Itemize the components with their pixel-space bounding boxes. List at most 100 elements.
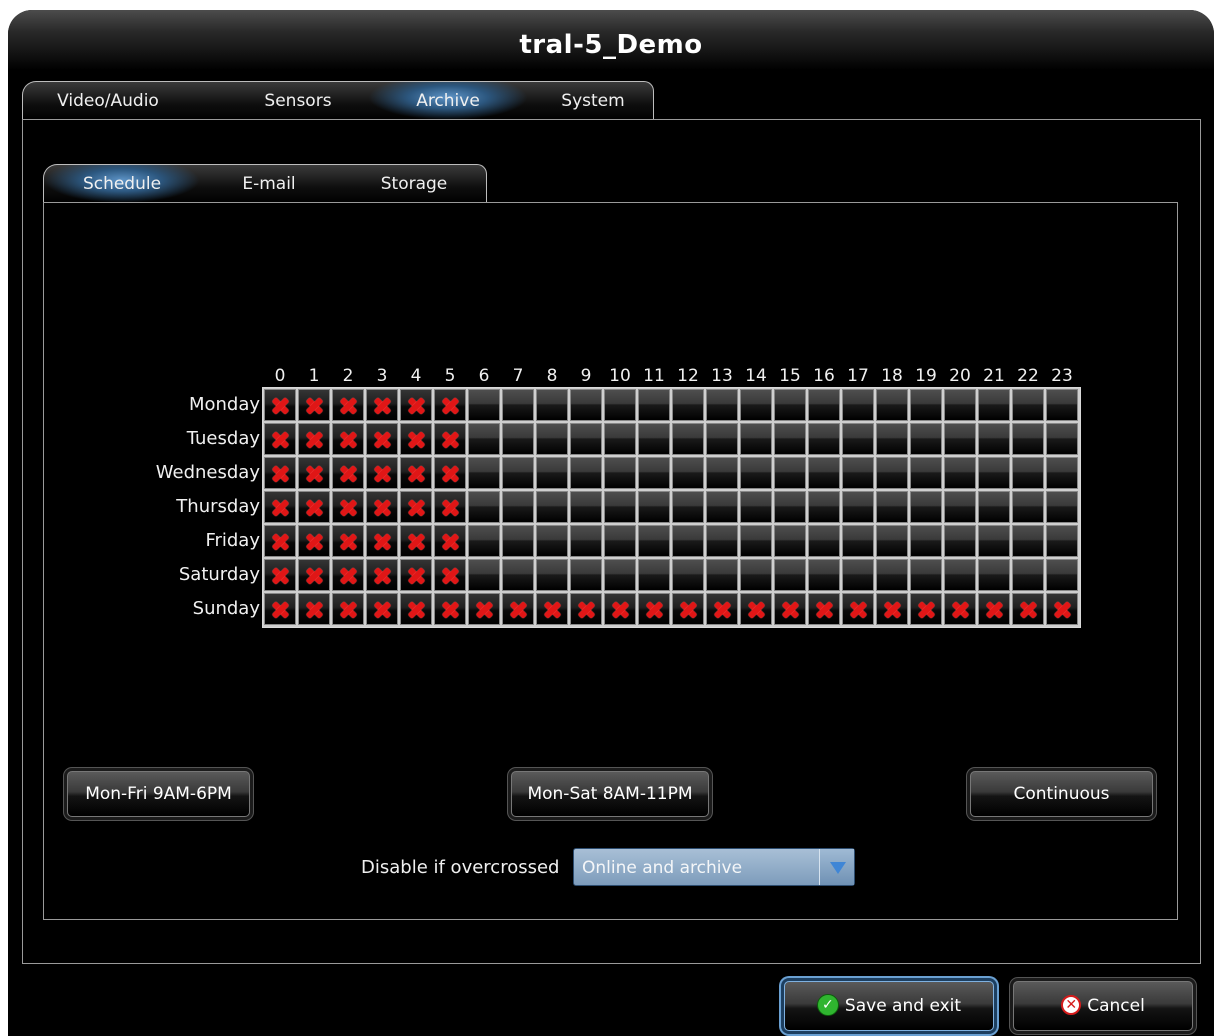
schedule-cell-disabled[interactable] bbox=[842, 593, 874, 625]
schedule-cell[interactable] bbox=[978, 457, 1010, 489]
schedule-cell-disabled[interactable] bbox=[434, 491, 466, 523]
schedule-cell[interactable] bbox=[706, 389, 738, 421]
schedule-cell[interactable] bbox=[944, 525, 976, 557]
schedule-cell[interactable] bbox=[876, 491, 908, 523]
schedule-cell-disabled[interactable] bbox=[366, 559, 398, 591]
schedule-cell-disabled[interactable] bbox=[332, 457, 364, 489]
schedule-cell-disabled[interactable] bbox=[298, 593, 330, 625]
schedule-cell[interactable] bbox=[876, 559, 908, 591]
tab-system[interactable]: System bbox=[528, 82, 658, 120]
schedule-cell-disabled[interactable] bbox=[808, 593, 840, 625]
schedule-cell[interactable] bbox=[808, 423, 840, 455]
schedule-cell[interactable] bbox=[944, 491, 976, 523]
schedule-cell[interactable] bbox=[978, 389, 1010, 421]
schedule-cell-disabled[interactable] bbox=[332, 423, 364, 455]
tab-video-audio[interactable]: Video/Audio bbox=[43, 82, 173, 120]
schedule-cell-disabled[interactable] bbox=[740, 593, 772, 625]
overcross-select[interactable]: Online and archive bbox=[573, 848, 855, 886]
schedule-cell[interactable] bbox=[638, 423, 670, 455]
schedule-cell-disabled[interactable] bbox=[332, 593, 364, 625]
schedule-cell[interactable] bbox=[910, 423, 942, 455]
schedule-cell[interactable] bbox=[740, 423, 772, 455]
schedule-cell[interactable] bbox=[502, 457, 534, 489]
schedule-cell[interactable] bbox=[468, 559, 500, 591]
schedule-cell[interactable] bbox=[468, 457, 500, 489]
schedule-cell[interactable] bbox=[1046, 389, 1078, 421]
schedule-cell[interactable] bbox=[774, 559, 806, 591]
schedule-cell-disabled[interactable] bbox=[366, 389, 398, 421]
schedule-cell[interactable] bbox=[774, 389, 806, 421]
schedule-cell-disabled[interactable] bbox=[264, 389, 296, 421]
schedule-cell-disabled[interactable] bbox=[434, 423, 466, 455]
schedule-cell-disabled[interactable] bbox=[434, 389, 466, 421]
schedule-cell[interactable] bbox=[978, 423, 1010, 455]
schedule-cell[interactable] bbox=[876, 525, 908, 557]
schedule-cell[interactable] bbox=[910, 389, 942, 421]
schedule-cell[interactable] bbox=[672, 491, 704, 523]
schedule-cell-disabled[interactable] bbox=[1012, 593, 1044, 625]
schedule-cell[interactable] bbox=[502, 389, 534, 421]
schedule-cell-disabled[interactable] bbox=[434, 525, 466, 557]
schedule-cell[interactable] bbox=[774, 525, 806, 557]
triangle-down-icon[interactable] bbox=[819, 849, 854, 885]
schedule-cell[interactable] bbox=[944, 559, 976, 591]
schedule-cell[interactable] bbox=[468, 389, 500, 421]
schedule-cell[interactable] bbox=[672, 525, 704, 557]
schedule-cell-disabled[interactable] bbox=[774, 593, 806, 625]
schedule-cell[interactable] bbox=[774, 457, 806, 489]
schedule-cell-disabled[interactable] bbox=[264, 491, 296, 523]
tab-email[interactable]: E-mail bbox=[209, 165, 329, 203]
schedule-cell-disabled[interactable] bbox=[434, 457, 466, 489]
schedule-cell[interactable] bbox=[876, 457, 908, 489]
schedule-cell[interactable] bbox=[570, 525, 602, 557]
schedule-cell[interactable] bbox=[536, 457, 568, 489]
schedule-cell[interactable] bbox=[1046, 491, 1078, 523]
schedule-cell[interactable] bbox=[944, 389, 976, 421]
schedule-cell[interactable] bbox=[774, 491, 806, 523]
schedule-cell[interactable] bbox=[706, 457, 738, 489]
schedule-cell-disabled[interactable] bbox=[264, 457, 296, 489]
schedule-cell-disabled[interactable] bbox=[332, 491, 364, 523]
schedule-cell[interactable] bbox=[774, 423, 806, 455]
schedule-cell-disabled[interactable] bbox=[944, 593, 976, 625]
schedule-cell-disabled[interactable] bbox=[298, 389, 330, 421]
schedule-cell-disabled[interactable] bbox=[332, 389, 364, 421]
schedule-cell[interactable] bbox=[604, 525, 636, 557]
schedule-cell[interactable] bbox=[570, 423, 602, 455]
schedule-cell[interactable] bbox=[842, 525, 874, 557]
schedule-cell[interactable] bbox=[1046, 457, 1078, 489]
schedule-cell[interactable] bbox=[1012, 457, 1044, 489]
schedule-cell-disabled[interactable] bbox=[400, 389, 432, 421]
schedule-cell[interactable] bbox=[740, 525, 772, 557]
schedule-cell-disabled[interactable] bbox=[366, 593, 398, 625]
schedule-cell[interactable] bbox=[638, 559, 670, 591]
schedule-cell[interactable] bbox=[944, 457, 976, 489]
schedule-cell-disabled[interactable] bbox=[604, 593, 636, 625]
schedule-cell-disabled[interactable] bbox=[706, 593, 738, 625]
tab-archive[interactable]: Archive bbox=[368, 82, 528, 120]
schedule-cell-disabled[interactable] bbox=[910, 593, 942, 625]
schedule-cell-disabled[interactable] bbox=[978, 593, 1010, 625]
schedule-cell[interactable] bbox=[1046, 525, 1078, 557]
schedule-cell[interactable] bbox=[740, 559, 772, 591]
schedule-cell-disabled[interactable] bbox=[400, 525, 432, 557]
schedule-cell-disabled[interactable] bbox=[366, 457, 398, 489]
schedule-cell[interactable] bbox=[978, 491, 1010, 523]
schedule-cell[interactable] bbox=[604, 457, 636, 489]
schedule-cell[interactable] bbox=[502, 559, 534, 591]
schedule-cell-disabled[interactable] bbox=[468, 593, 500, 625]
schedule-cell[interactable] bbox=[536, 491, 568, 523]
preset-mon-sat-button[interactable]: Mon-Sat 8AM-11PM bbox=[511, 771, 709, 817]
schedule-cell-disabled[interactable] bbox=[434, 593, 466, 625]
schedule-cell[interactable] bbox=[1012, 525, 1044, 557]
schedule-cell[interactable] bbox=[672, 423, 704, 455]
tab-schedule[interactable]: Schedule bbox=[44, 165, 200, 203]
schedule-cell[interactable] bbox=[468, 423, 500, 455]
schedule-cell-disabled[interactable] bbox=[876, 593, 908, 625]
schedule-cell[interactable] bbox=[502, 423, 534, 455]
schedule-cell[interactable] bbox=[672, 389, 704, 421]
schedule-cell-disabled[interactable] bbox=[298, 423, 330, 455]
schedule-cell[interactable] bbox=[1012, 491, 1044, 523]
schedule-cell[interactable] bbox=[570, 457, 602, 489]
schedule-cell[interactable] bbox=[910, 491, 942, 523]
